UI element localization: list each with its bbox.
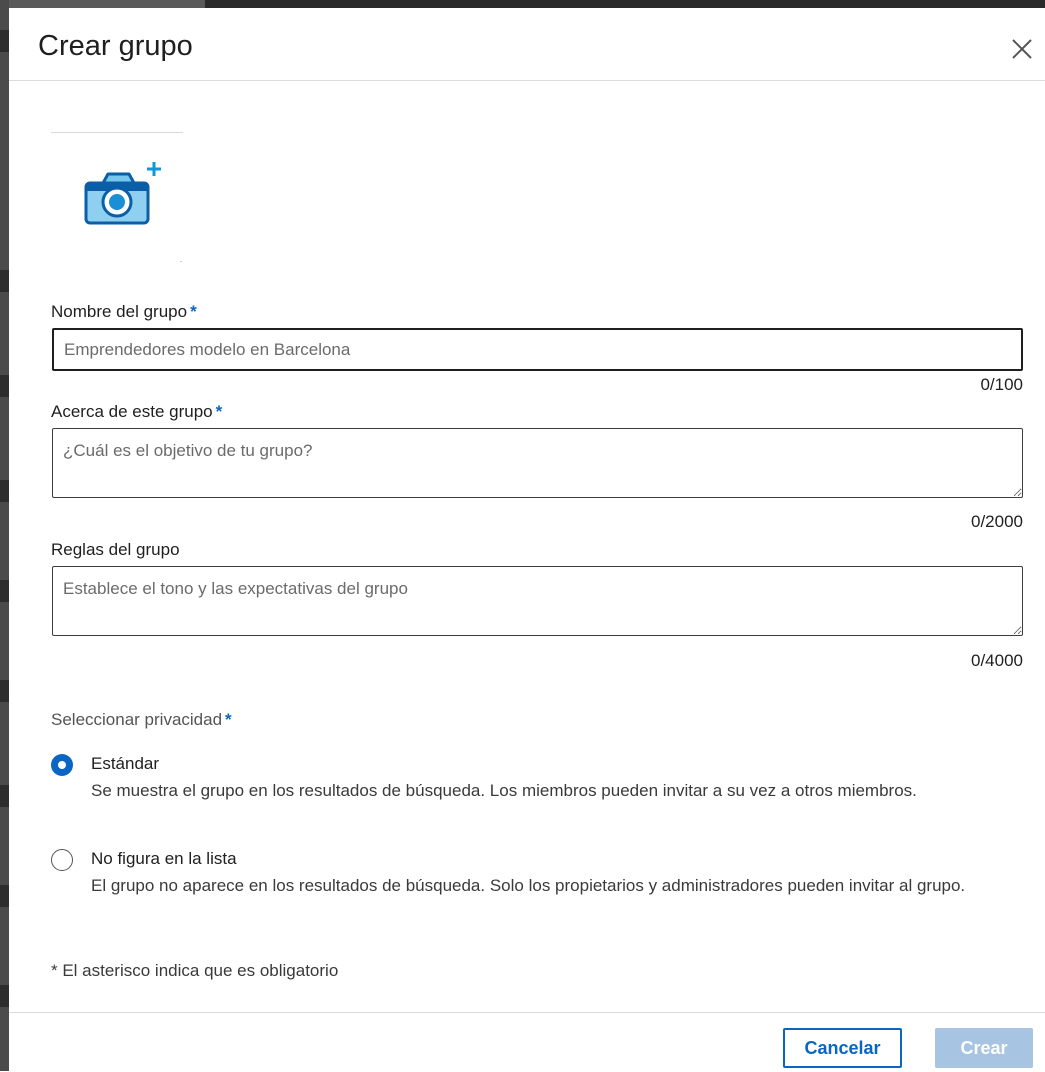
photo-marker (180, 261, 182, 262)
dialog-header: Crear grupo (9, 8, 1045, 81)
cancel-button[interactable]: Cancelar (783, 1028, 902, 1068)
group-name-label: Nombre del grupo * (51, 302, 197, 321)
group-rules-label: Reglas del grupo (51, 540, 180, 559)
privacy-label: Seleccionar privacidad * (51, 710, 232, 729)
privacy-standard-title: Estándar (91, 754, 160, 773)
create-button[interactable]: Crear (935, 1028, 1033, 1068)
group-rules-counter: 0/4000 (971, 651, 1023, 670)
dialog-footer: Cancelar Crear (9, 1012, 1045, 1072)
privacy-standard-radio[interactable] (51, 754, 73, 776)
photo-divider (51, 132, 183, 133)
create-group-dialog: Crear grupo Nombre del grupo* 0/100 (9, 8, 1045, 1071)
group-name-input[interactable] (52, 328, 1023, 371)
close-icon[interactable] (1009, 36, 1035, 62)
background-page-left (0, 0, 9, 1071)
group-name-counter: 0/100 (980, 375, 1023, 394)
dialog-title: Crear grupo (38, 30, 193, 62)
group-rules-textarea[interactable] (52, 566, 1023, 636)
privacy-unlisted-title: No figura en la lista (91, 849, 237, 868)
privacy-unlisted-description: El grupo no aparece en los resultados de… (91, 876, 966, 895)
privacy-unlisted-radio[interactable] (51, 849, 73, 871)
required-footnote: * El asterisco indica que es obligatorio (51, 961, 339, 980)
about-group-counter: 0/2000 (971, 512, 1023, 531)
about-group-label: Acerca de este grupo * (51, 402, 223, 421)
privacy-standard-description: Se muestra el grupo en los resultados de… (91, 781, 917, 800)
camera-add-icon[interactable] (81, 160, 161, 230)
about-group-textarea[interactable] (52, 428, 1023, 498)
background-page-top (0, 0, 1045, 8)
